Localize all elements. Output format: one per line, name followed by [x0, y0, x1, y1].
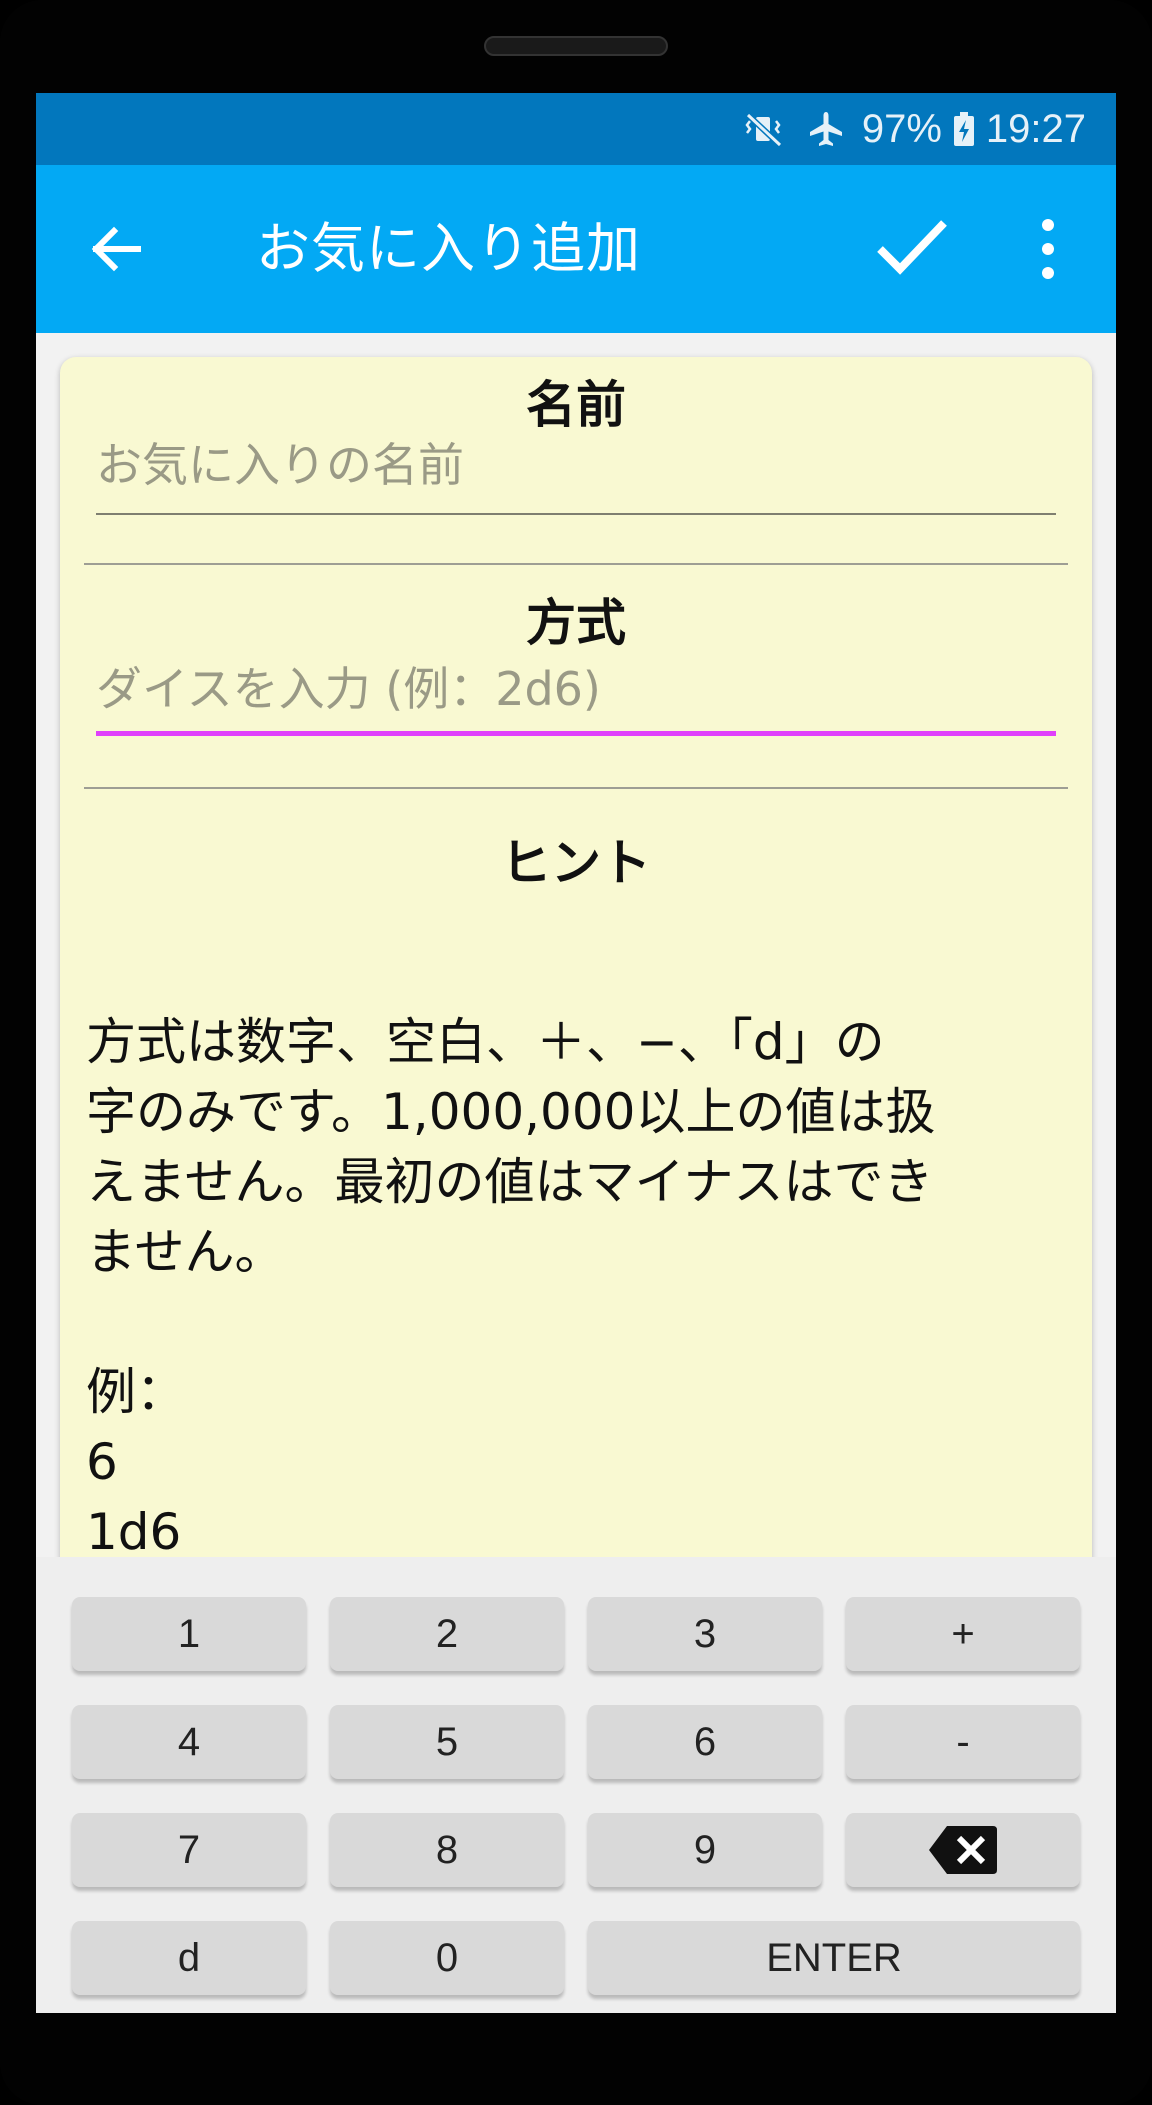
app-bar: お気に入り追加 — [36, 165, 1116, 333]
more-vert-icon — [1042, 219, 1054, 279]
key-3[interactable]: 3 — [588, 1597, 822, 1671]
clock: 19:27 — [985, 106, 1086, 151]
key-minus[interactable]: - — [846, 1705, 1080, 1779]
backspace-icon — [929, 1826, 997, 1874]
airplane-mode-icon — [806, 109, 846, 149]
hint-text: 方式は数字、空白、＋、−、「d」の 字のみです。1,000,000以上の値は扱 … — [86, 1013, 936, 1561]
check-icon — [877, 220, 947, 275]
key-7[interactable]: 7 — [72, 1813, 306, 1887]
vibrate-mute-icon — [744, 109, 784, 149]
battery-charging-icon — [952, 109, 976, 149]
divider — [84, 787, 1068, 789]
key-1[interactable]: 1 — [72, 1597, 306, 1671]
divider — [84, 563, 1068, 565]
key-6[interactable]: 6 — [588, 1705, 822, 1779]
key-backspace[interactable] — [846, 1813, 1080, 1887]
key-d[interactable]: d — [72, 1921, 306, 1995]
key-enter[interactable]: ENTER — [588, 1921, 1080, 1995]
key-0[interactable]: 0 — [330, 1921, 564, 1995]
speaker-grille — [484, 36, 668, 56]
battery-percent: 97% — [861, 106, 942, 151]
key-plus[interactable]: + — [846, 1597, 1080, 1671]
status-icons: 97% 19:27 — [744, 93, 1086, 165]
name-input-underline — [96, 513, 1056, 515]
dice-keypad: 1 2 3 + 4 5 6 - 7 8 9 d 0 ENTER — [36, 1557, 1116, 2013]
formula-input-underline — [96, 731, 1056, 736]
save-button[interactable] — [874, 215, 950, 281]
phone-frame: 97% 19:27 お気に入り追加 名前 お気に入りの名前 方式 ダイスを入力 … — [0, 0, 1152, 2105]
formula-label: 方式 — [526, 594, 626, 652]
key-5[interactable]: 5 — [330, 1705, 564, 1779]
formula-input[interactable] — [96, 649, 1054, 729]
overflow-menu-button[interactable] — [1036, 217, 1060, 281]
screen: 97% 19:27 お気に入り追加 名前 お気に入りの名前 方式 ダイスを入力 … — [36, 93, 1116, 2013]
hint-label: ヒント — [501, 834, 651, 892]
key-2[interactable]: 2 — [330, 1597, 564, 1671]
favorite-form-card: 名前 方式 ヒント 方式は数字、空白、＋、−、「d」の 字のみです。1,000,… — [60, 357, 1092, 1657]
key-8[interactable]: 8 — [330, 1813, 564, 1887]
back-arrow-icon — [91, 226, 141, 272]
name-input[interactable] — [96, 425, 1054, 505]
key-9[interactable]: 9 — [588, 1813, 822, 1887]
status-bar: 97% 19:27 — [36, 93, 1116, 165]
back-button[interactable] — [86, 219, 146, 279]
page-title: お気に入り追加 — [256, 217, 641, 280]
key-4[interactable]: 4 — [72, 1705, 306, 1779]
